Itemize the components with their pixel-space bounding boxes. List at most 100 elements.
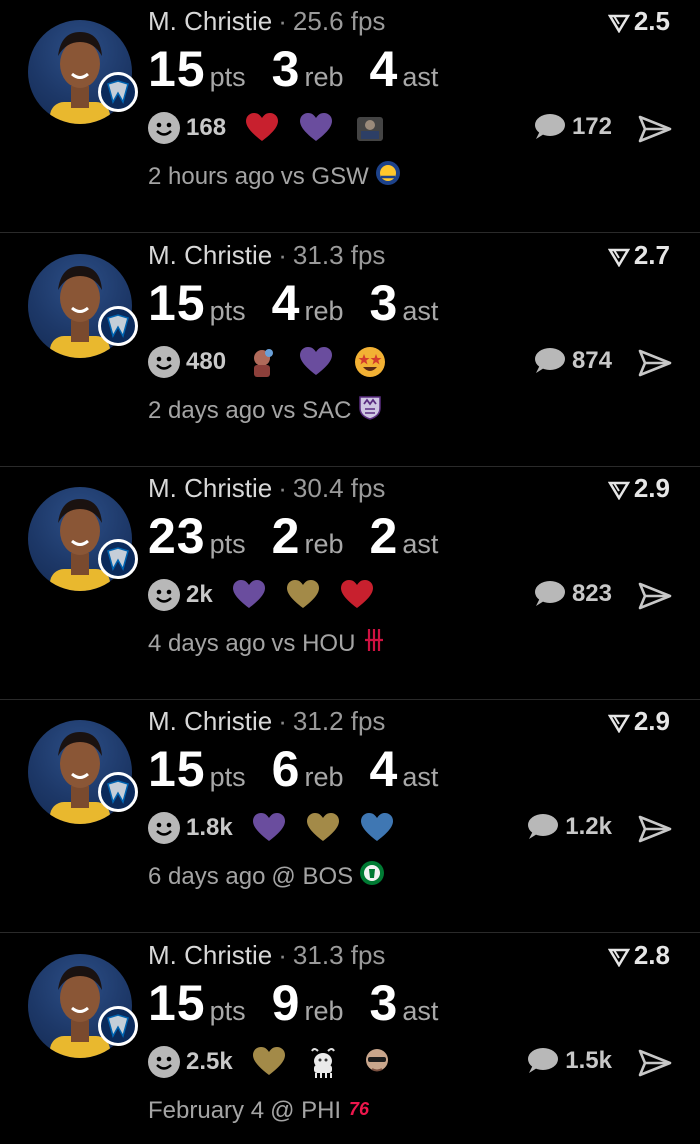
gold-heart-icon[interactable] (251, 1044, 287, 1080)
rating[interactable]: 2.9 (607, 473, 670, 504)
opponent[interactable]: @ BOS (271, 863, 353, 891)
blue-heart-icon[interactable] (359, 810, 395, 846)
rebounds-value: 3 (271, 41, 301, 97)
comment-icon (534, 114, 565, 139)
rating[interactable]: 2.9 (607, 706, 670, 737)
share-button[interactable] (638, 814, 672, 849)
photo-sticker-icon[interactable] (352, 110, 388, 146)
fps-value: 31.3 fps (292, 940, 386, 970)
reactions-bar[interactable]: 480 (148, 344, 406, 380)
stat-line: 15 pts 4 reb 3 ast (148, 274, 464, 332)
time-ago: February 4 (148, 1096, 265, 1124)
game-meta: 2 hours ago vs GSW (148, 160, 401, 193)
share-icon (638, 1049, 672, 1077)
comments-button[interactable]: 172 (532, 113, 612, 141)
share-button[interactable] (638, 348, 672, 383)
stat-line: 23 pts 2 reb 2 ast (148, 507, 464, 565)
game-meta: 6 days ago @ BOS (148, 860, 385, 893)
player-name[interactable]: M. Christie (148, 6, 272, 36)
player-name[interactable]: M. Christie (148, 240, 272, 270)
purple-heart-icon[interactable] (251, 810, 287, 846)
points-value: 15 (148, 41, 206, 97)
red-heart-icon[interactable] (244, 110, 280, 146)
points-unit: pts (209, 62, 246, 92)
photo-sticker-icon[interactable] (244, 344, 280, 380)
celtics-logo-icon (359, 860, 385, 893)
points-unit: pts (209, 996, 246, 1026)
feed-card[interactable]: M. Christie · 31.3 fps 2.7 15 pts 4 reb 3 ast… (0, 234, 700, 467)
76ers-logo-icon: 76 (347, 1094, 375, 1127)
assists-unit: ast (402, 996, 439, 1026)
feed-card[interactable]: M. Christie · 31.3 fps 2.8 15 pts 9 reb 3 ast… (0, 934, 700, 1144)
goat-icon[interactable] (305, 1044, 341, 1080)
fps-value: 25.6 fps (292, 6, 386, 36)
separator: · (278, 940, 287, 970)
fps-value: 31.3 fps (292, 240, 386, 270)
mavericks-logo-icon (98, 772, 138, 812)
gold-heart-icon[interactable] (305, 810, 341, 846)
post-header: M. Christie · 31.3 fps (148, 940, 385, 971)
share-icon (638, 582, 672, 610)
star-eyes-emoji-icon[interactable] (352, 344, 388, 380)
comment-icon (528, 814, 559, 839)
add-reaction-icon[interactable] (148, 1046, 180, 1078)
fps-value: 31.2 fps (292, 706, 386, 736)
assists-value: 3 (369, 275, 399, 331)
points-value: 15 (148, 741, 206, 797)
opponent[interactable]: vs HOU (271, 630, 355, 658)
feed-card[interactable]: M. Christie · 30.4 fps 2.9 23 pts 2 reb 2 ast… (0, 467, 700, 700)
game-feed: M. Christie · 25.6 fps 2.5 15 pts 3 reb 4 ast… (0, 0, 700, 1144)
add-reaction-icon[interactable] (148, 579, 180, 611)
assists-value: 3 (369, 975, 399, 1031)
player-name[interactable]: M. Christie (148, 940, 272, 970)
red-heart-icon[interactable] (339, 577, 375, 613)
comment-count: 1.2k (565, 813, 612, 840)
reactions-bar[interactable]: 1.8k (148, 810, 413, 846)
add-reaction-icon[interactable] (148, 346, 180, 378)
time-ago: 6 days ago (148, 862, 266, 890)
share-button[interactable] (638, 1048, 672, 1083)
rebounds-value: 2 (271, 508, 301, 564)
points-value: 15 (148, 975, 206, 1031)
add-reaction-icon[interactable] (148, 112, 180, 144)
photo-sticker-icon[interactable] (359, 1044, 395, 1080)
points-value: 15 (148, 275, 206, 331)
opponent[interactable]: vs SAC (271, 397, 351, 425)
comments-button[interactable]: 823 (532, 580, 612, 608)
share-icon (638, 349, 672, 377)
share-button[interactable] (638, 114, 672, 149)
rating-value: 2.5 (633, 6, 670, 36)
share-button[interactable] (638, 581, 672, 616)
purple-heart-icon[interactable] (298, 110, 334, 146)
stat-line: 15 pts 6 reb 4 ast (148, 740, 464, 798)
time-ago: 2 days ago (148, 396, 266, 424)
opponent[interactable]: vs GSW (281, 163, 369, 191)
comments-button[interactable]: 874 (532, 347, 612, 375)
gold-heart-icon[interactable] (285, 577, 321, 613)
points-unit: pts (209, 296, 246, 326)
rating[interactable]: 2.7 (607, 240, 670, 271)
rating-icon (607, 14, 630, 33)
purple-heart-icon[interactable] (298, 344, 334, 380)
rebounds-value: 9 (271, 975, 301, 1031)
player-name[interactable]: M. Christie (148, 473, 272, 503)
reactions-bar[interactable]: 2.5k (148, 1044, 413, 1080)
rating[interactable]: 2.8 (607, 940, 670, 971)
reactions-bar[interactable]: 168 (148, 110, 406, 146)
rating-icon (607, 714, 630, 733)
warriors-logo-icon (375, 160, 401, 193)
rating[interactable]: 2.5 (607, 6, 670, 37)
rating-icon (607, 481, 630, 500)
rebounds-unit: reb (304, 62, 344, 92)
reactions-bar[interactable]: 2k (148, 577, 393, 613)
reaction-count: 2k (186, 581, 213, 608)
purple-heart-icon[interactable] (231, 577, 267, 613)
add-reaction-icon[interactable] (148, 812, 180, 844)
feed-card[interactable]: M. Christie · 31.2 fps 2.9 15 pts 6 reb 4 ast… (0, 700, 700, 933)
feed-card[interactable]: M. Christie · 25.6 fps 2.5 15 pts 3 reb 4 ast… (0, 0, 700, 233)
player-name[interactable]: M. Christie (148, 706, 272, 736)
comments-button[interactable]: 1.2k (525, 813, 612, 841)
opponent[interactable]: @ PHI (270, 1097, 341, 1125)
comments-button[interactable]: 1.5k (525, 1047, 612, 1075)
rating-value: 2.9 (633, 706, 670, 736)
